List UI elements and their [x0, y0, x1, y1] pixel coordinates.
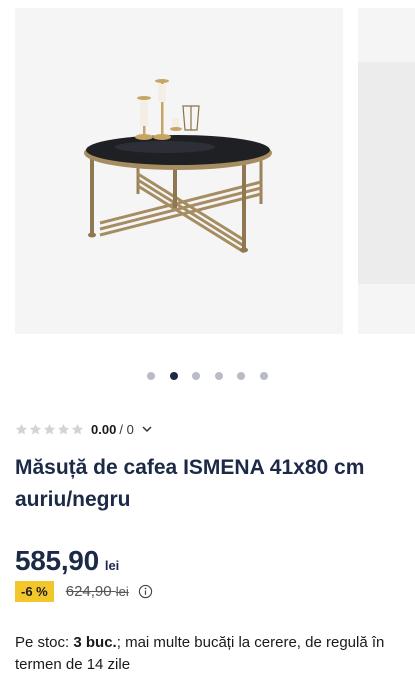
product-image-next-preview	[358, 62, 415, 284]
discount-badge: -6 %	[15, 580, 54, 602]
stock-quantity: 3 buc.	[73, 634, 117, 651]
rating-score: 0.00	[91, 421, 117, 437]
current-price: 585,90 lei	[15, 545, 119, 577]
stock-label: Pe stoc:	[15, 634, 70, 651]
product-image-next[interactable]	[358, 8, 415, 334]
product-image-gallery[interactable]	[0, 0, 415, 345]
price-currency: lei	[104, 558, 120, 573]
old-price-value: 624,90	[65, 582, 112, 600]
star-empty-icon	[29, 423, 42, 435]
old-price-currency: lei	[115, 583, 129, 599]
stock-details: ; mai multe bucăți la cerere, de regulă …	[15, 634, 385, 673]
rating-summary[interactable]: 0.00 / 0	[15, 420, 153, 438]
rating-stars	[15, 423, 84, 436]
old-price: 624,90 lei	[66, 583, 129, 600]
star-empty-icon	[57, 423, 70, 435]
star-empty-icon	[71, 423, 84, 435]
chevron-down-icon[interactable]	[141, 423, 153, 435]
gallery-dot[interactable]	[147, 372, 156, 380]
discount-row: -6 % 624,90 lei	[15, 580, 153, 602]
info-icon[interactable]	[138, 584, 153, 599]
stock-info: Pe stoc: 3 buc.; mai multe bucăți la cer…	[15, 632, 410, 676]
price-value: 585,90	[15, 545, 99, 576]
gallery-dot-active[interactable]	[169, 372, 178, 380]
product-title: Măsuță de cafea ISMENA 41x80 cm auriu/ne…	[15, 456, 365, 511]
product-image-main[interactable]	[15, 8, 343, 334]
gallery-dot[interactable]	[237, 372, 246, 380]
rating-count-value: 0	[126, 421, 134, 437]
coffee-table-image	[84, 79, 272, 254]
rating-separator: /	[119, 421, 123, 437]
rating-count: / 0	[119, 422, 133, 437]
gallery-dot[interactable]	[214, 372, 223, 380]
star-empty-icon	[15, 423, 28, 435]
star-empty-icon	[43, 423, 56, 435]
gallery-pagination	[0, 370, 415, 382]
gallery-dot[interactable]	[192, 372, 201, 380]
gallery-dot[interactable]	[259, 372, 268, 380]
